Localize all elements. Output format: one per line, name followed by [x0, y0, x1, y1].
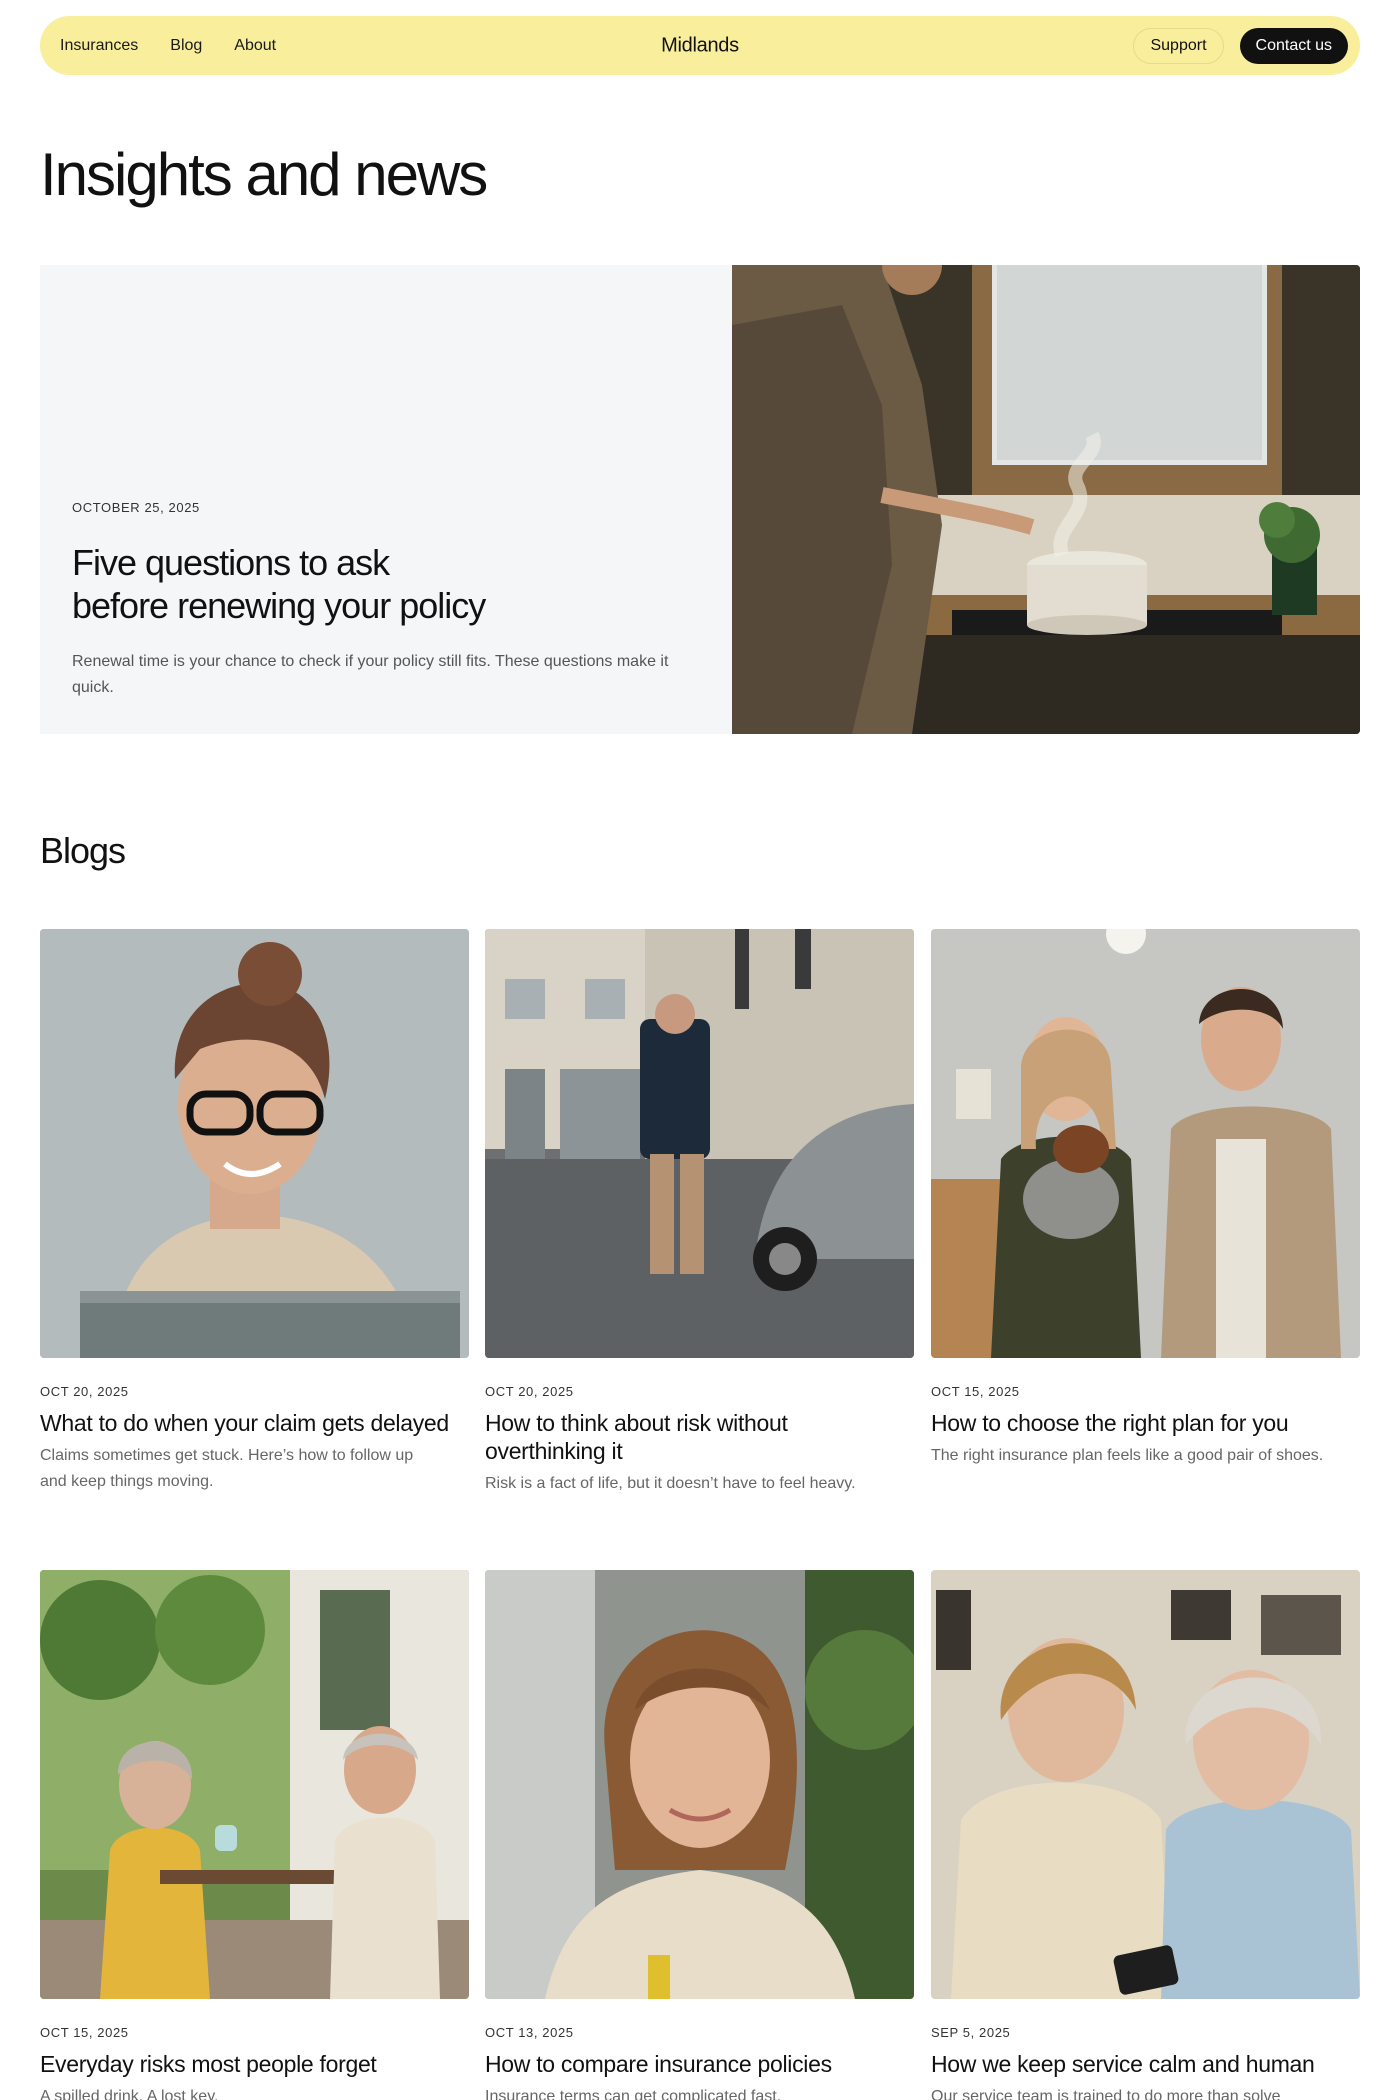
featured-date: OCTOBER 25, 2025 [72, 500, 200, 515]
blog-date: OCT 20, 2025 [40, 1384, 129, 1399]
blog-excerpt: A spilled drink. A lost key. [40, 2088, 219, 2100]
blog-title[interactable]: How to compare insurance policies [485, 2050, 914, 2078]
blog-date: OCT 15, 2025 [40, 2025, 129, 2040]
blog-card[interactable]: OCT 13, 2025 How to compare insurance po… [485, 1570, 914, 2100]
featured-excerpt: Renewal time is your chance to check if … [72, 653, 669, 696]
brand-logo[interactable]: Midlands [661, 34, 739, 57]
featured-title-line1: Five questions to ask [72, 542, 390, 583]
nav-link-about[interactable]: About [234, 37, 276, 55]
contact-us-button[interactable]: Contact us [1239, 27, 1348, 64]
blog-card[interactable]: SEP 5, 2025 How we keep service calm and… [931, 1570, 1360, 2100]
page-title: Insights and news [40, 141, 488, 208]
blog-photo-young-man-grandmother[interactable] [931, 1570, 1360, 1999]
blog-excerpt: The right insurance plan feels like a go… [931, 1447, 1324, 1464]
blog-date: SEP 5, 2025 [931, 2025, 1011, 2040]
blog-date: OCT 13, 2025 [485, 2025, 574, 2040]
featured-photo-illustration [732, 265, 1360, 734]
blog-card[interactable]: OCT 20, 2025 How to think about risk wit… [485, 929, 914, 1497]
photo-illustration [931, 1570, 1360, 1999]
blog-card[interactable]: OCT 20, 2025 What to do when your claim … [40, 929, 469, 1495]
photo-illustration [931, 929, 1360, 1358]
blog-excerpt: Insurance terms can get complicated fast… [485, 2088, 782, 2100]
blog-photo-woman-portrait[interactable] [485, 1570, 914, 1999]
featured-article[interactable]: OCTOBER 25, 2025 Five questions to ask b… [40, 265, 1360, 734]
blog-title[interactable]: What to do when your claim gets delayed [40, 1409, 469, 1437]
blog-title[interactable]: How to choose the right plan for you [931, 1409, 1360, 1437]
blog-excerpt: Risk is a fact of life, but it doesn’t h… [485, 1475, 856, 1492]
featured-title[interactable]: Five questions to ask before renewing yo… [72, 541, 592, 627]
blog-photo-man-car[interactable] [485, 929, 914, 1358]
top-navigation: Insurances Blog About Midlands Support C… [40, 16, 1360, 75]
featured-photo-cooking[interactable] [732, 265, 1360, 734]
blog-photo-couple-dog[interactable] [931, 929, 1360, 1358]
blog-card[interactable]: OCT 15, 2025 Everyday risks most people … [40, 1570, 469, 2100]
blog-photo-couple-porch[interactable] [40, 1570, 469, 1999]
featured-text-panel: OCTOBER 25, 2025 Five questions to ask b… [40, 265, 732, 734]
blog-title[interactable]: Everyday risks most people forget [40, 2050, 469, 2078]
nav-link-blog[interactable]: Blog [170, 37, 202, 55]
blog-card[interactable]: OCT 15, 2025 How to choose the right pla… [931, 929, 1360, 1469]
blog-photo-woman-laptop[interactable] [40, 929, 469, 1358]
nav-links: Insurances Blog About [60, 37, 276, 55]
blog-title[interactable]: How to think about risk without overthin… [485, 1409, 914, 1465]
photo-illustration [40, 929, 469, 1358]
photo-illustration [485, 1570, 914, 1999]
photo-illustration [40, 1570, 469, 1999]
blog-date: OCT 15, 2025 [931, 1384, 1020, 1399]
nav-link-insurances[interactable]: Insurances [60, 37, 138, 55]
photo-illustration [485, 929, 914, 1358]
support-button[interactable]: Support [1133, 27, 1224, 64]
nav-actions: Support Contact us [1133, 27, 1348, 64]
blog-date: OCT 20, 2025 [485, 1384, 574, 1399]
blog-title[interactable]: How we keep service calm and human [931, 2050, 1360, 2078]
featured-title-line2: before renewing your policy [72, 585, 486, 626]
blogs-heading: Blogs [40, 830, 126, 871]
blog-excerpt: Claims sometimes get stuck. Here’s how t… [40, 1447, 414, 1490]
blog-excerpt: Our service team is trained to do more t… [931, 2088, 1281, 2100]
